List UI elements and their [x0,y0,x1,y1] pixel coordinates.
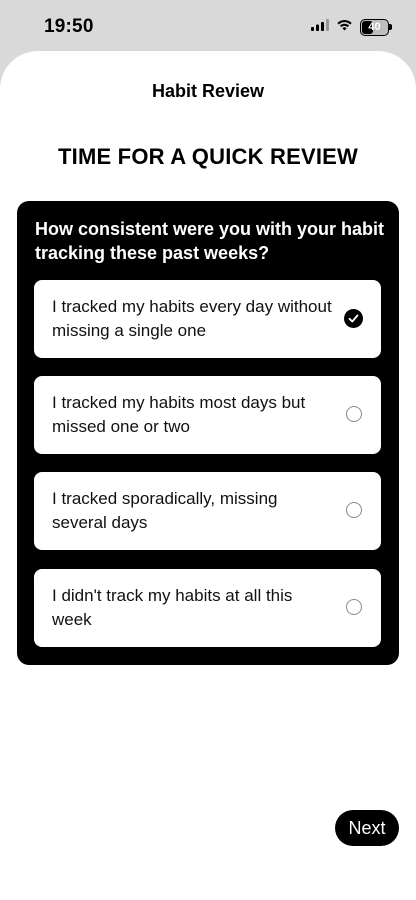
option-sporadically[interactable]: I tracked sporadically, missing several … [34,472,381,550]
option-label: I tracked my habits every day without mi… [52,297,332,340]
wifi-icon [336,18,353,36]
option-label: I didn't track my habits at all this wee… [52,586,293,629]
status-bar: 19:50 40 [0,0,416,52]
status-time: 19:50 [44,16,94,37]
cellular-signal-icon [311,18,329,36]
question-text: How consistent were you with your habit … [35,219,385,263]
option-most-days[interactable]: I tracked my habits most days but missed… [34,376,381,454]
empty-circle-icon[interactable] [346,406,362,422]
status-icons: 40 [311,18,392,36]
checkmark-circle-icon[interactable] [344,309,363,328]
option-label: I tracked sporadically, missing several … [52,489,278,532]
option-every-day[interactable]: I tracked my habits every day without mi… [34,280,381,358]
empty-circle-icon[interactable] [346,502,362,518]
battery-icon: 40 [360,18,392,36]
next-button[interactable]: Next [335,810,399,846]
sheet: Habit Review TIME FOR A QUICK REVIEW How… [0,51,416,900]
option-not-at-all[interactable]: I didn't track my habits at all this wee… [34,569,381,647]
question-card: How consistent were you with your habit … [17,201,399,665]
page-heading: TIME FOR A QUICK REVIEW [58,144,358,169]
empty-circle-icon[interactable] [346,599,362,615]
battery-level: 40 [368,20,381,33]
page-title: Habit Review [151,81,265,101]
option-label: I tracked my habits most days but missed… [52,393,306,436]
